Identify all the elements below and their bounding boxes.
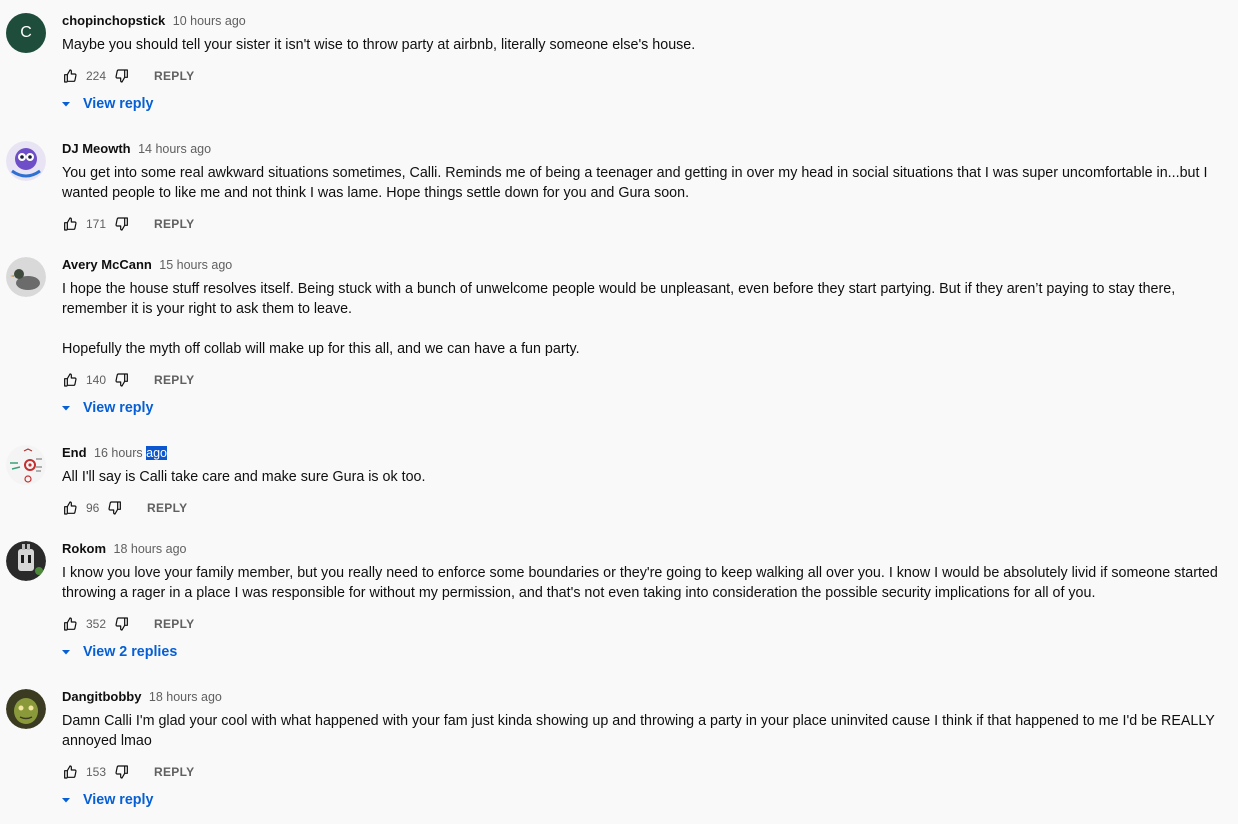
avatar[interactable]: C [6,13,46,53]
dislike-icon[interactable] [114,616,130,632]
caret-down-icon [60,794,72,806]
caret-down-icon [60,402,72,414]
like-icon[interactable] [62,616,78,632]
view-replies-label: View reply [83,792,154,808]
comment-text: You get into some real awkward situation… [62,165,1212,201]
like-count: 153 [86,765,107,779]
comment-author[interactable]: Dangitbobby [62,689,141,704]
like-count: 224 [86,69,107,83]
comment-author[interactable]: Avery McCann [62,257,152,272]
view-replies-label: View 2 replies [83,644,178,660]
view-replies-label: View reply [83,96,154,112]
dislike-icon[interactable] [114,372,130,388]
comment-author[interactable]: Rokom [62,541,106,556]
comment-author[interactable]: End [62,445,87,460]
comment-text: I know you love your family member, but … [62,565,1222,601]
like-count: 352 [86,617,107,631]
like-count: 96 [86,501,100,515]
dislike-icon[interactable] [114,216,130,232]
avatar-image [6,541,46,581]
dislike-icon[interactable] [107,500,123,516]
comment-action-bar: 140 REPLY [62,372,194,388]
avatar-image [6,689,46,729]
comment-action-bar: 96 REPLY [62,500,187,516]
comment-text: Maybe you should tell your sister it isn… [62,37,696,53]
avatar[interactable] [6,541,46,581]
reply-button[interactable]: REPLY [147,501,187,515]
comment-action-bar: 224 REPLY [62,68,194,84]
comment-action-bar: 171 REPLY [62,216,194,232]
reply-button[interactable]: REPLY [154,217,194,231]
comment-timestamp[interactable]: 18 hours ago [149,690,222,704]
view-replies-button[interactable]: View reply [60,791,153,809]
like-icon[interactable] [62,216,78,232]
comment-text: All I'll say is Calli take care and make… [62,469,426,485]
comment-text: Damn Calli I'm glad your cool with what … [62,713,1219,749]
avatar-image [6,141,46,181]
dislike-icon[interactable] [114,68,130,84]
avatar[interactable] [6,141,46,181]
comment-timestamp[interactable]: 15 hours ago [159,258,232,272]
comment-action-bar: 352 REPLY [62,616,194,632]
caret-down-icon [60,98,72,110]
comment-author[interactable]: DJ Meowth [62,141,131,156]
like-icon[interactable] [62,68,78,84]
dislike-icon[interactable] [114,764,130,780]
view-replies-button[interactable]: View 2 replies [60,643,177,661]
like-count: 140 [86,373,107,387]
avatar[interactable] [6,445,46,485]
reply-button[interactable]: REPLY [154,69,194,83]
view-replies-label: View reply [83,400,154,416]
avatar-image [6,257,46,297]
reply-button[interactable]: REPLY [154,373,194,387]
comment-author[interactable]: chopinchopstick [62,13,165,28]
comment-timestamp[interactable]: 16 hours ago [94,446,167,460]
like-icon[interactable] [62,500,78,516]
view-replies-button[interactable]: View reply [60,95,153,113]
reply-button[interactable]: REPLY [154,765,194,779]
comment-timestamp[interactable]: 10 hours ago [173,14,246,28]
avatar-letter: C [20,24,32,41]
comment-timestamp[interactable]: 18 hours ago [114,542,187,556]
comment-action-bar: 153 REPLY [62,764,194,780]
avatar[interactable] [6,689,46,729]
like-icon[interactable] [62,764,78,780]
comment-timestamp[interactable]: 14 hours ago [138,142,211,156]
avatar[interactable] [6,257,46,297]
like-icon[interactable] [62,372,78,388]
comment-text: I hope the house stuff resolves itself. … [62,281,1176,357]
avatar-image [6,445,46,485]
like-count: 171 [86,217,107,231]
timestamp-text: 16 hours [94,446,147,460]
caret-down-icon [60,646,72,658]
selected-text: ago [146,446,167,460]
view-replies-button[interactable]: View reply [60,399,153,417]
reply-button[interactable]: REPLY [154,617,194,631]
